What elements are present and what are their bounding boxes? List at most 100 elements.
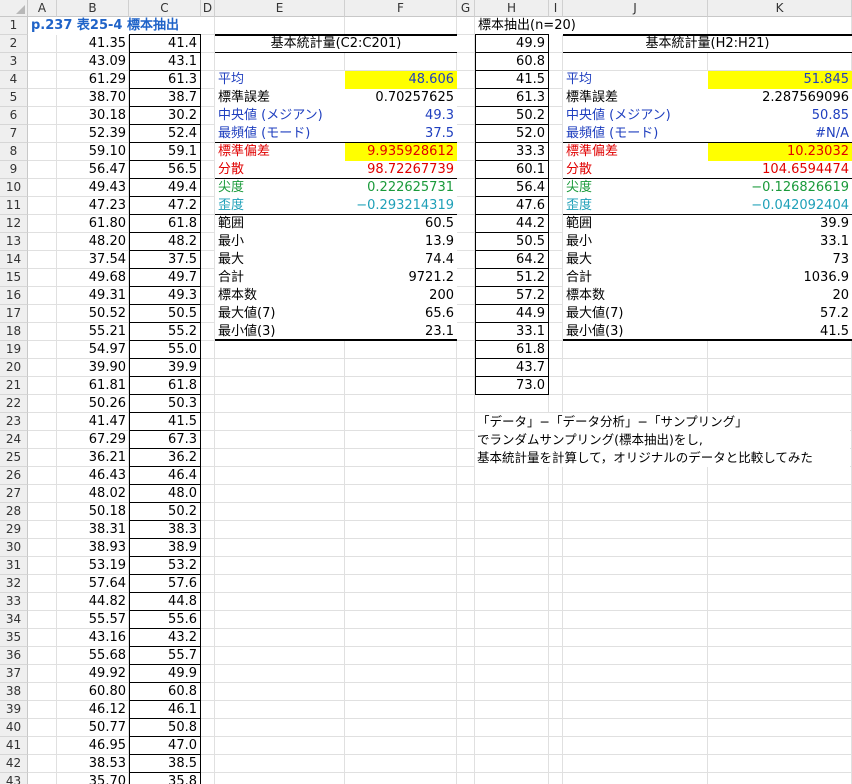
stats-header[interactable]: 基本統計量(C2:C201) [215,35,457,53]
stats-label[interactable]: 最大 [215,251,345,269]
data-cell-b[interactable]: 59.10 [57,143,129,161]
stats-value[interactable]: 9721.2 [345,269,457,287]
stats-label[interactable]: 最大値(7) [215,305,345,323]
column-header[interactable]: H [475,0,549,17]
data-cell-c[interactable]: 44.8 [129,593,201,611]
data-cell-c[interactable]: 43.2 [129,629,201,647]
row-header[interactable]: 35 [0,629,28,647]
stats-label[interactable]: 合計 [215,269,345,287]
sample-header[interactable]: 標本抽出(n=20) [475,17,576,35]
column-header[interactable]: I [549,0,563,17]
data-cell-b[interactable]: 49.43 [57,179,129,197]
data-cell-c[interactable]: 50.3 [129,395,201,413]
spreadsheet[interactable]: A B C D E F G H I J K 1 2 3 4 5 6 7 8 9 10 11 12 13 14 15 16 17 18 19… [0,0,852,784]
stats-value[interactable]: 13.9 [345,233,457,251]
row-header[interactable]: 8 [0,143,28,161]
row-header[interactable]: 14 [0,251,28,269]
row-header[interactable]: 21 [0,377,28,395]
data-cell-c[interactable]: 49.7 [129,269,201,287]
data-cell-b[interactable]: 30.18 [57,107,129,125]
stats-label[interactable]: 中央値 (メジアン) [215,107,345,125]
row-header[interactable]: 4 [0,71,28,89]
data-cell-c[interactable]: 35.8 [129,773,201,784]
stats-value[interactable]: 49.3 [345,107,457,125]
sample-cell-h[interactable]: 47.6 [475,197,549,215]
stats-value[interactable]: 51.845 [708,71,852,89]
stats-label[interactable]: 分散 [215,161,345,179]
stats-value[interactable]: 50.85 [708,107,852,125]
data-cell-c[interactable]: 47.0 [129,737,201,755]
data-cell-b[interactable]: 55.21 [57,323,129,341]
data-cell-c[interactable]: 50.5 [129,305,201,323]
data-cell-b[interactable]: 46.95 [57,737,129,755]
stats-value[interactable]: 98.72267739 [345,161,457,179]
data-cell-b[interactable]: 61.29 [57,71,129,89]
sample-cell-h[interactable]: 61.3 [475,89,549,107]
stats-value[interactable]: #N/A [708,125,852,143]
stats-label[interactable]: 最頻値 (モード) [563,125,708,143]
stats-value[interactable]: 1036.9 [708,269,852,287]
row-header[interactable]: 43 [0,773,28,784]
stats-value[interactable]: 33.1 [708,233,852,251]
stats-label[interactable]: 平均 [215,71,345,89]
stats-value[interactable]: −0.042092404 [708,197,852,215]
data-cell-b[interactable]: 48.02 [57,485,129,503]
row-header[interactable]: 5 [0,89,28,107]
data-cell-b[interactable]: 46.43 [57,467,129,485]
data-cell-c[interactable]: 55.2 [129,323,201,341]
row-header[interactable]: 40 [0,719,28,737]
row-header[interactable]: 10 [0,179,28,197]
row-header[interactable]: 9 [0,161,28,179]
sample-cell-h[interactable]: 33.3 [475,143,549,161]
sample-cell-h[interactable]: 33.1 [475,323,549,341]
sample-cell-h[interactable]: 64.2 [475,251,549,269]
row-header[interactable]: 23 [0,413,28,431]
stats-value[interactable]: 48.606 [345,71,457,89]
row-header[interactable]: 24 [0,431,28,449]
row-header[interactable]: 20 [0,359,28,377]
stats-value[interactable]: 9.935928612 [345,143,457,161]
data-cell-c[interactable]: 46.4 [129,467,201,485]
sample-cell-h[interactable]: 41.5 [475,71,549,89]
data-cell-b[interactable]: 38.70 [57,89,129,107]
row-header[interactable]: 36 [0,647,28,665]
data-cell-c[interactable]: 67.3 [129,431,201,449]
data-cell-c[interactable]: 39.9 [129,359,201,377]
data-cell-c[interactable]: 48.0 [129,485,201,503]
stats-label[interactable]: 歪度 [563,197,708,215]
data-cell-c[interactable]: 47.2 [129,197,201,215]
stats-value[interactable]: −0.293214319 [345,197,457,215]
data-cell-b[interactable]: 50.52 [57,305,129,323]
data-cell-c[interactable]: 38.3 [129,521,201,539]
row-header[interactable]: 26 [0,467,28,485]
sample-cell-h[interactable]: 60.1 [475,161,549,179]
stats-value[interactable]: 0.70257625 [345,89,457,107]
row-header[interactable]: 27 [0,485,28,503]
sample-cell-h[interactable]: 49.9 [475,35,549,53]
row-header[interactable]: 41 [0,737,28,755]
data-cell-c[interactable]: 49.3 [129,287,201,305]
row-header[interactable]: 39 [0,701,28,719]
data-cell-b[interactable]: 54.97 [57,341,129,359]
data-cell-c[interactable]: 61.8 [129,377,201,395]
data-cell-b[interactable]: 52.39 [57,125,129,143]
row-header[interactable]: 29 [0,521,28,539]
stats-label[interactable]: 最小 [215,233,345,251]
data-cell-c[interactable]: 55.0 [129,341,201,359]
row-header[interactable]: 37 [0,665,28,683]
stats-label[interactable]: 平均 [563,71,708,89]
sample-cell-h[interactable]: 61.8 [475,341,549,359]
data-cell-b[interactable]: 41.35 [57,35,129,53]
row-header[interactable]: 42 [0,755,28,773]
stats-value[interactable]: 2.287569096 [708,89,852,107]
row-header[interactable]: 17 [0,305,28,323]
sheet-title[interactable]: p.237 表25-4 標本抽出 [28,17,201,35]
column-header[interactable]: A [28,0,57,17]
row-header[interactable]: 15 [0,269,28,287]
data-cell-c[interactable]: 30.2 [129,107,201,125]
data-cell-c[interactable]: 55.6 [129,611,201,629]
data-cell-c[interactable]: 38.9 [129,539,201,557]
row-header[interactable]: 34 [0,611,28,629]
sample-cell-h[interactable]: 44.2 [475,215,549,233]
data-cell-b[interactable]: 55.68 [57,647,129,665]
